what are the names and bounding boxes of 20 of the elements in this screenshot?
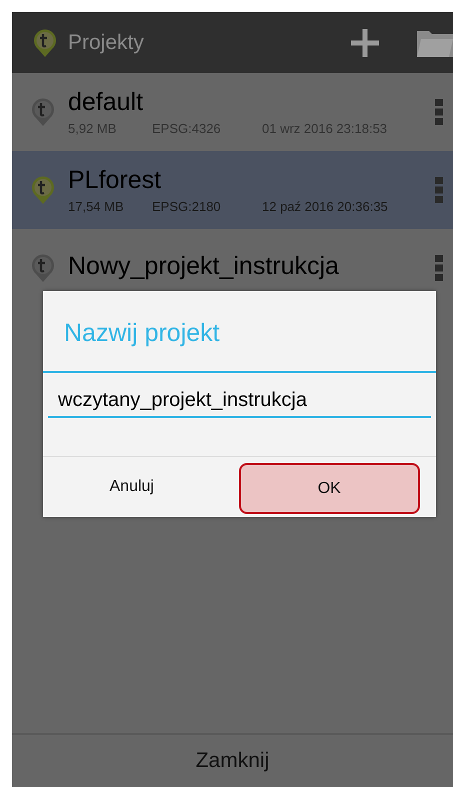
header-title: Projekty [68,30,145,54]
dialog-title: Nazwij projekt [63,318,221,349]
ok-button[interactable]: OK [238,463,420,514]
pin-icon [32,28,58,58]
name-input-field[interactable]: wczytany_projekt_instrukcja [48,383,431,418]
pin-icon [30,97,56,127]
folder-icon[interactable] [417,28,453,56]
project-name: PLforest [68,166,162,195]
epsg-code: EPSG:2180 [152,199,222,214]
cancel-button[interactable]: Anuluj [43,457,220,517]
overflow-menu-icon[interactable] [435,177,443,203]
modified-date: 12 paź 2016 20:36:35 [262,199,388,214]
file-size: 17,54 MB [68,199,125,214]
project-name: default [68,88,144,117]
add-icon[interactable] [349,26,381,58]
overflow-menu-icon[interactable] [435,99,443,125]
project-name: Nowy_projekt_instrukcja [68,252,340,280]
pin-icon [30,253,56,283]
pin-icon [30,175,56,205]
overflow-menu-icon[interactable] [435,255,443,281]
